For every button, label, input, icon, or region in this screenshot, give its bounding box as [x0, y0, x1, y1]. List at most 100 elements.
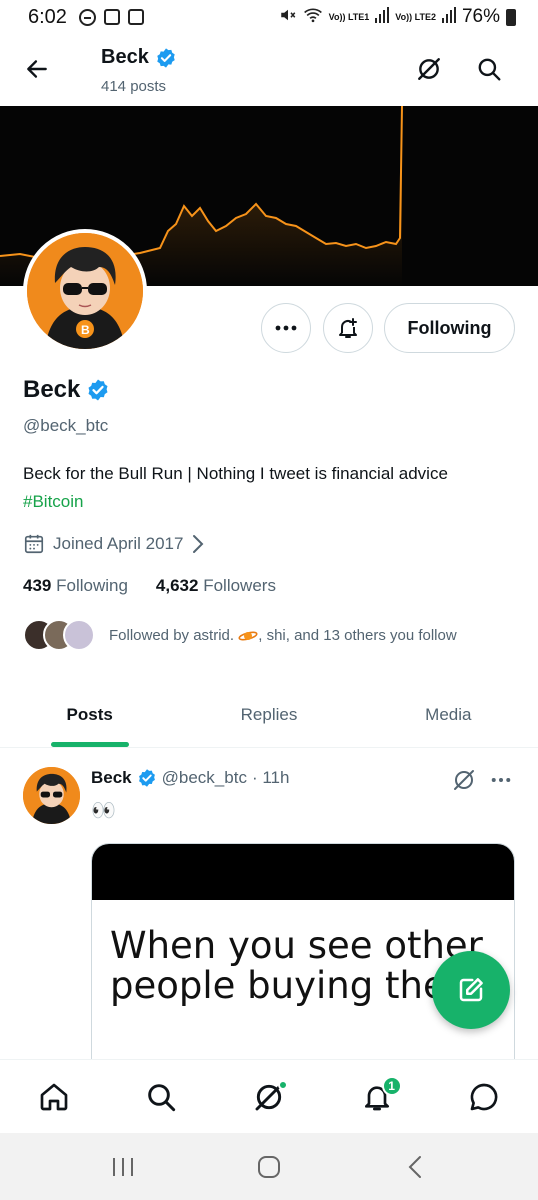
post-author-handle: @beck_btc: [161, 768, 247, 787]
status-time: 6:02: [28, 5, 67, 28]
search-button[interactable]: [472, 52, 506, 86]
tab-label: Media: [425, 704, 472, 724]
meme-caption-line: When you see other: [110, 924, 483, 967]
do-not-disturb-icon: [78, 8, 96, 26]
following-label: Following: [56, 576, 128, 595]
profile-header: Beck 414 posts: [0, 34, 538, 106]
followers-stat-link[interactable]: 4,632 Followers: [156, 576, 276, 596]
followed-by-text: Followed by astrid. , shi, and 13 others…: [109, 627, 457, 644]
verified-badge-icon: [157, 47, 175, 68]
profile-handle: @beck_btc: [23, 416, 109, 435]
network-2-label: Vo)) LTE2: [395, 11, 436, 22]
header-title: Beck: [101, 46, 177, 69]
home-icon: [40, 1083, 68, 1110]
tab-posts[interactable]: Posts: [0, 682, 179, 747]
svg-text:B: B: [81, 323, 90, 337]
more-dots-icon: [275, 325, 297, 331]
bio-hashtag-link[interactable]: #Bitcoin: [23, 488, 523, 516]
followed-by-row[interactable]: Followed by astrid. , shi, and 13 others…: [23, 619, 457, 651]
nav-grok[interactable]: [244, 1072, 294, 1122]
search-icon: [478, 58, 501, 81]
grok-icon: [418, 58, 440, 80]
checkbox-notification-icon: [103, 9, 120, 25]
calendar-icon: [24, 534, 44, 554]
signal-1-icon: [375, 6, 390, 28]
following-count: 439: [23, 576, 52, 595]
notifications-badge: 1: [381, 1075, 402, 1096]
profile-avatar[interactable]: B: [23, 229, 147, 353]
grok-icon: [454, 770, 474, 790]
arrow-left-icon: [27, 60, 47, 78]
wifi-icon: [303, 6, 323, 29]
followed-by-prefix: Followed by astrid.: [109, 626, 235, 644]
header-name: Beck: [101, 46, 149, 68]
grok-button[interactable]: [412, 52, 446, 86]
network-1-label: Vo)) LTE1: [328, 11, 370, 22]
back-button[interactable]: [20, 52, 54, 86]
meme-top-bar: [92, 844, 514, 900]
battery-level: 76%: [461, 6, 500, 27]
verified-badge-icon: [138, 769, 155, 787]
joined-date-row[interactable]: Joined April 2017: [23, 533, 205, 555]
tab-label: Replies: [240, 704, 298, 724]
bio-text: Beck for the Bull Run | Nothing I tweet …: [23, 464, 448, 483]
avatar-illustration: B: [27, 233, 143, 349]
new-indicator-dot: [277, 1079, 288, 1090]
chevron-right-icon: [193, 535, 204, 553]
profile-tabs: Posts Replies Media: [0, 682, 538, 748]
status-bar: 6:02 Vo)) LTE1 Vo)) LTE2 76%: [0, 0, 538, 34]
avatar-illustration: [23, 767, 80, 824]
home-circle-icon: [258, 1155, 280, 1178]
followers-count: 4,632: [155, 576, 199, 595]
post-timestamp: · 11h: [251, 768, 290, 787]
profile-name: Beck: [23, 376, 81, 403]
more-options-button[interactable]: [261, 303, 311, 353]
planet-emoji-icon: [238, 631, 258, 641]
following-button[interactable]: Following: [384, 303, 515, 353]
nav-notifications[interactable]: 1: [352, 1072, 402, 1122]
tab-replies[interactable]: Replies: [179, 682, 358, 747]
profile-bio: Beck for the Bull Run | Nothing I tweet …: [23, 460, 523, 516]
profile-name-row: Beck: [23, 376, 110, 404]
gallery-notification-icon: [127, 9, 144, 25]
post-text: 👀: [91, 800, 116, 822]
back-system-button[interactable]: [390, 1142, 440, 1192]
follow-stats: 439 Following 4,632 Followers: [23, 576, 276, 596]
joined-date: Joined April 2017: [53, 534, 184, 553]
tab-media[interactable]: Media: [359, 682, 538, 747]
system-navigation-bar: [0, 1133, 538, 1200]
following-stat-link[interactable]: 439 Following: [23, 576, 128, 596]
post-header: Beck @beck_btc · 11h: [91, 768, 289, 788]
post-more-button[interactable]: [487, 766, 515, 794]
verified-badge-icon: [88, 379, 108, 401]
meme-caption: When you see other people buying the: [110, 926, 483, 1006]
search-icon: [148, 1083, 176, 1111]
bell-plus-icon: [339, 318, 357, 338]
tab-label: Posts: [66, 704, 113, 724]
mutual-avatar: [63, 619, 95, 651]
post-author-avatar[interactable]: [23, 767, 80, 824]
followers-label: Followers: [203, 576, 276, 595]
post-grok-button[interactable]: [450, 766, 478, 794]
followed-by-suffix: , shi, and 13 others you follow: [258, 626, 457, 644]
notifications-toggle-button[interactable]: [323, 303, 373, 353]
nav-messages[interactable]: [459, 1072, 509, 1122]
recent-apps-button[interactable]: [98, 1142, 148, 1192]
compose-post-button[interactable]: [432, 951, 510, 1029]
bottom-navigation: 1: [0, 1059, 538, 1133]
nav-home[interactable]: [29, 1072, 79, 1122]
meme-caption-line: people buying the: [110, 964, 446, 1007]
nav-search[interactable]: [136, 1072, 186, 1122]
compose-icon: [459, 978, 483, 1002]
recent-apps-icon: [113, 1157, 133, 1176]
mute-icon: [279, 6, 297, 29]
chat-bubble-icon: [470, 1083, 498, 1110]
battery-icon: [506, 8, 516, 26]
header-post-count: 414 posts: [101, 78, 167, 95]
more-dots-icon: [491, 778, 511, 782]
post-author-name[interactable]: Beck: [91, 768, 132, 788]
active-tab-indicator: [50, 742, 129, 747]
signal-2-icon: [441, 6, 456, 28]
mutual-avatars: [23, 619, 95, 651]
home-system-button[interactable]: [244, 1142, 294, 1192]
